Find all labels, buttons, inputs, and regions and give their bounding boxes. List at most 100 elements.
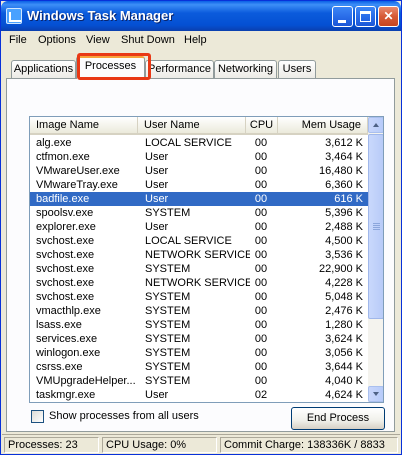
process-name: svchost.exe: [36, 291, 95, 303]
vertical-scrollbar[interactable]: [368, 117, 383, 402]
maximize-button[interactable]: [355, 6, 376, 27]
process-row[interactable]: svchost.exe LOCAL SERVICE 00 4,500 K: [30, 234, 368, 248]
menu-bar: File Options View Shut Down Help: [2, 31, 400, 50]
process-user: SYSTEM: [145, 319, 191, 331]
process-row[interactable]: alg.exe LOCAL SERVICE 00 3,612 K: [30, 136, 368, 150]
process-mem: 3,624 K: [325, 333, 363, 345]
process-rows: alg.exe LOCAL SERVICE 00 3,612 K ctfmon.exe U…: [30, 136, 368, 402]
tab-control: Applications Processes Performance Netwo…: [6, 53, 395, 432]
process-row[interactable]: services.exe SYSTEM 00 3,624 K: [30, 332, 368, 346]
process-name: VMUpgradeHelper....: [36, 375, 136, 387]
process-row[interactable]: explorer.exe User 00 2,488 K: [30, 220, 368, 234]
process-row[interactable]: svchost.exe NETWORK SERVICE 00 3,536 K: [30, 248, 368, 262]
process-user: SYSTEM: [145, 361, 191, 373]
process-row[interactable]: svchost.exe NETWORK SERVICE 00 4,228 K: [30, 276, 368, 290]
column-mem-usage[interactable]: Mem Usage: [278, 117, 368, 135]
process-cpu: 00: [254, 179, 268, 191]
column-image-name[interactable]: Image Name: [30, 117, 138, 135]
process-row[interactable]: VMwareTray.exe User 00 6,360 K: [30, 178, 368, 192]
menu-help[interactable]: Help: [184, 34, 207, 46]
grip-line: [373, 229, 380, 230]
process-mem: 5,048 K: [325, 291, 363, 303]
process-user: NETWORK SERVICE: [145, 277, 250, 289]
process-name: explorer.exe: [36, 221, 96, 233]
menu-view[interactable]: View: [86, 34, 110, 46]
minimize-icon: [338, 20, 346, 23]
process-user: LOCAL SERVICE: [145, 137, 232, 149]
process-user: SYSTEM: [145, 291, 191, 303]
process-name: winlogon.exe: [36, 347, 101, 359]
process-cpu: 00: [254, 375, 268, 387]
process-mem: 4,228 K: [325, 277, 363, 289]
process-row[interactable]: csrss.exe SYSTEM 00 3,644 K: [30, 360, 368, 374]
process-row[interactable]: lsass.exe SYSTEM 00 1,280 K: [30, 318, 368, 332]
process-mem: 4,624 K: [325, 389, 363, 401]
process-mem: 4,500 K: [325, 235, 363, 247]
process-user: User: [145, 165, 169, 177]
title-bar[interactable]: Windows Task Manager ✕: [1, 1, 401, 31]
process-row[interactable]: spoolsv.exe SYSTEM 00 5,396 K: [30, 206, 368, 220]
process-cpu: 00: [254, 137, 268, 149]
show-all-users-checkbox[interactable]: [31, 410, 44, 423]
tab-applications[interactable]: Applications: [11, 60, 76, 78]
process-cpu: 00: [254, 193, 268, 205]
tab-networking[interactable]: Networking: [214, 60, 277, 78]
status-bar: Processes: 23 CPU Usage: 0% Commit Charg…: [2, 434, 400, 454]
process-name: svchost.exe: [36, 263, 95, 275]
scroll-up-icon[interactable]: [368, 117, 383, 133]
process-row[interactable]: badfile.exe User 00 616 K: [30, 192, 368, 206]
process-cpu: 00: [254, 165, 268, 177]
status-commit-charge: Commit Charge: 138336K / 8833: [220, 437, 398, 453]
status-processes: Processes: 23: [4, 437, 99, 453]
process-cpu: 00: [254, 333, 268, 345]
process-user: User: [145, 389, 169, 401]
process-name: svchost.exe: [36, 249, 95, 261]
close-button[interactable]: ✕: [378, 6, 399, 27]
menu-file[interactable]: File: [9, 34, 27, 46]
process-name: badfile.exe: [36, 193, 90, 205]
process-cpu: 00: [254, 305, 268, 317]
process-row[interactable]: VMwareUser.exe User 00 16,480 K: [30, 164, 368, 178]
process-row[interactable]: winlogon.exe SYSTEM 00 3,056 K: [30, 346, 368, 360]
process-cpu: 00: [254, 221, 268, 233]
minimize-button[interactable]: [332, 6, 353, 27]
process-user: User: [145, 151, 169, 163]
process-row[interactable]: svchost.exe SYSTEM 00 5,048 K: [30, 290, 368, 304]
close-icon: ✕: [383, 9, 394, 23]
status-cpu-usage: CPU Usage: 0%: [102, 437, 217, 453]
tab-performance[interactable]: Performance: [145, 60, 214, 78]
processes-panel: Image Name User Name CPU Mem Usage alg.e…: [6, 78, 395, 432]
scroll-thumb[interactable]: [368, 134, 383, 319]
process-name: services.exe: [36, 333, 98, 345]
process-cpu: 00: [254, 291, 268, 303]
process-mem: 16,480 K: [318, 165, 363, 177]
process-row[interactable]: svchost.exe SYSTEM 00 22,900 K: [30, 262, 368, 276]
process-row[interactable]: VMUpgradeHelper.... SYSTEM 00 4,040 K: [30, 374, 368, 388]
task-manager-icon: [6, 8, 22, 24]
process-mem: 4,040 K: [325, 375, 363, 387]
menu-shut-down[interactable]: Shut Down: [121, 34, 175, 46]
process-row[interactable]: taskmgr.exe User 02 4,624 K: [30, 388, 368, 402]
process-user: SYSTEM: [145, 207, 191, 219]
process-row[interactable]: vmacthlp.exe SYSTEM 00 2,476 K: [30, 304, 368, 318]
process-cpu: 00: [254, 151, 268, 163]
menu-options[interactable]: Options: [38, 34, 76, 46]
scroll-down-icon[interactable]: [368, 386, 383, 402]
end-process-button[interactable]: End Process: [291, 407, 385, 430]
column-user-name[interactable]: User Name: [138, 117, 246, 135]
show-all-users-label[interactable]: Show processes from all users: [49, 410, 199, 422]
task-manager-window: Windows Task Manager ✕ File Options View…: [0, 0, 402, 455]
process-name: VMwareTray.exe: [36, 179, 118, 191]
tab-users[interactable]: Users: [278, 60, 316, 78]
process-name: ctfmon.exe: [36, 151, 90, 163]
process-mem: 5,396 K: [325, 207, 363, 219]
process-mem: 3,612 K: [325, 137, 363, 149]
process-cpu: 00: [254, 361, 268, 373]
process-name: taskmgr.exe: [36, 389, 96, 401]
process-row[interactable]: ctfmon.exe User 00 3,464 K: [30, 150, 368, 164]
process-list[interactable]: Image Name User Name CPU Mem Usage alg.e…: [29, 116, 384, 403]
process-user: SYSTEM: [145, 333, 191, 345]
process-cpu: 00: [254, 249, 268, 261]
column-cpu[interactable]: CPU: [246, 117, 278, 135]
process-user: SYSTEM: [145, 347, 191, 359]
